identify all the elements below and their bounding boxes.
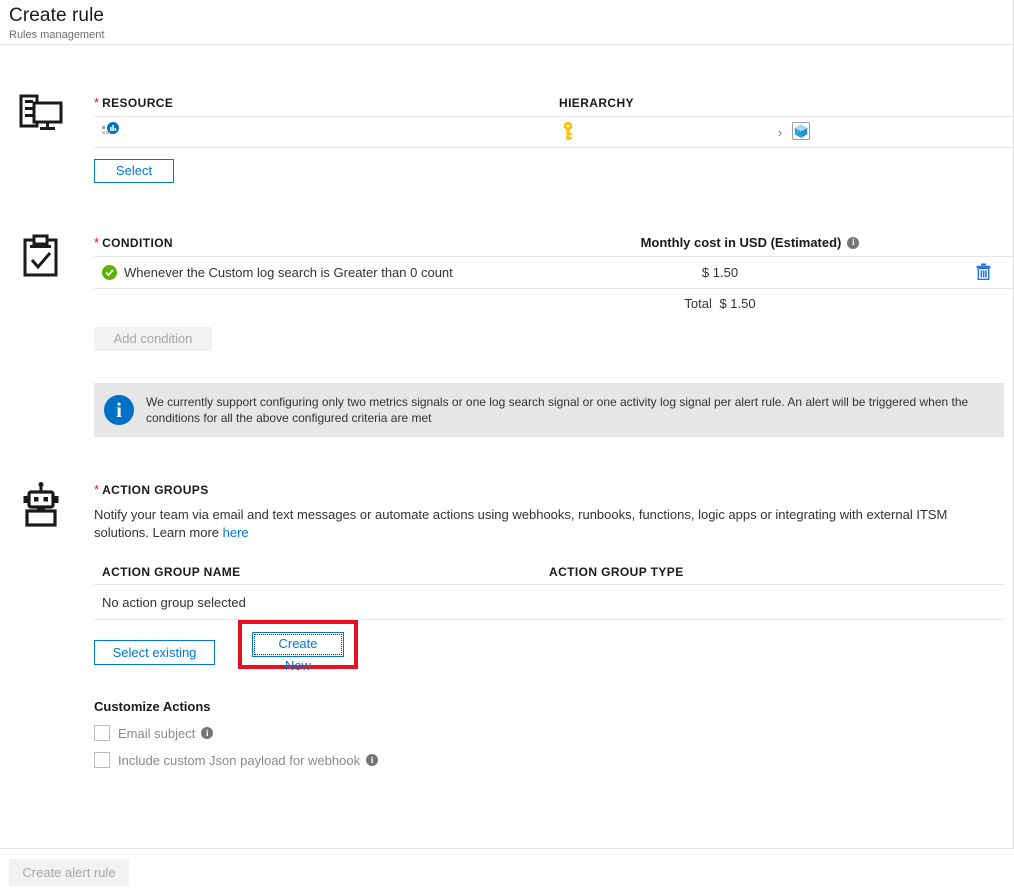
info-banner-text: We currently support configuring only tw…	[146, 395, 969, 425]
required-asterisk: *	[94, 95, 100, 110]
action-groups-empty-text: No action group selected	[102, 594, 246, 610]
hierarchy-header-cell: HIERARCHY	[559, 96, 634, 110]
create-alert-rule-button[interactable]: Create alert rule	[9, 859, 129, 886]
action-groups-table: ACTION GROUP NAME ACTION GROUP TYPE No a…	[94, 562, 1013, 620]
email-subject-row: Email subject i	[94, 725, 1013, 741]
condition-cost-cell: $ 1.50	[559, 263, 1013, 283]
resource-cell	[94, 121, 559, 143]
check-circle-icon	[102, 265, 117, 280]
create-new-button-wrapper: Create New	[238, 620, 358, 673]
email-subject-label: Email subject	[118, 725, 196, 741]
resource-label: RESOURCE	[102, 96, 174, 110]
action-groups-column-headers: ACTION GROUP NAME ACTION GROUP TYPE	[94, 562, 1004, 584]
action-group-name-header: ACTION GROUP NAME	[102, 565, 241, 579]
action-groups-heading: * ACTION GROUPS	[94, 482, 1013, 497]
page-footer: Create alert rule	[0, 849, 1013, 896]
info-icon[interactable]: i	[366, 754, 379, 766]
condition-description-cell: Whenever the Custom log search is Greate…	[94, 265, 559, 280]
page-subtitle: Rules management	[9, 29, 105, 41]
monthly-cost-header-cell: Monthly cost in USD (Estimated) i	[559, 235, 1013, 250]
key-icon	[559, 121, 577, 144]
info-circle-icon: i	[104, 395, 134, 425]
application-insights-icon	[94, 121, 122, 140]
condition-header-cell: * CONDITION	[94, 235, 559, 250]
resource-section: * RESOURCE HIERARCHY › Select	[0, 94, 1013, 183]
customize-actions: Customize Actions Email subject i Includ…	[94, 699, 1013, 768]
learn-more-link[interactable]: here	[223, 525, 249, 540]
required-asterisk: *	[94, 235, 100, 250]
subscription-cell	[559, 121, 769, 144]
required-asterisk: *	[94, 482, 100, 497]
condition-column-headers: * CONDITION Monthly cost in USD (Estimate…	[94, 234, 1013, 256]
condition-section-icon	[16, 234, 66, 278]
condition-section: * CONDITION Monthly cost in USD (Estimate…	[0, 234, 1013, 437]
action-groups-section: * ACTION GROUPS Notify your team via emai…	[0, 482, 1013, 768]
info-banner-icon-wrap: i	[94, 383, 144, 437]
total-value: $ 1.50	[719, 296, 756, 311]
page-header: Create rule Rules management	[0, 0, 1013, 45]
action-groups-section-icon	[16, 482, 66, 528]
condition-label: CONDITION	[102, 236, 173, 250]
delete-condition-button[interactable]	[953, 263, 1013, 283]
chevron-right-icon: ›	[777, 124, 783, 140]
hierarchy-cell: ›	[559, 121, 1013, 144]
json-payload-label: Include custom Json payload for webhook	[118, 752, 361, 768]
customize-actions-title: Customize Actions	[94, 699, 211, 714]
email-subject-checkbox[interactable]	[94, 725, 110, 741]
action-groups-description: Notify your team via email and text mess…	[94, 506, 1013, 542]
monthly-cost-label: Monthly cost in USD (Estimated)	[640, 235, 842, 250]
add-condition-button[interactable]: Add condition	[94, 327, 212, 351]
select-existing-button[interactable]: Select existing	[94, 640, 215, 665]
resource-group-cell	[791, 121, 1013, 144]
condition-total: Total $ 1.50	[559, 296, 953, 311]
resource-header-cell: * RESOURCE	[94, 95, 559, 110]
create-new-button[interactable]: Create New	[252, 632, 344, 673]
resource-column-headers: * RESOURCE HIERARCHY	[94, 94, 1013, 116]
json-payload-row: Include custom Json payload for webhook …	[94, 752, 1013, 768]
create-rule-page: Create rule Rules management *RESOURCE	[0, 0, 1014, 886]
resource-row[interactable]: ›	[94, 116, 1013, 148]
info-banner: i We currently support configuring only …	[94, 383, 1004, 437]
info-icon[interactable]: i	[201, 727, 214, 739]
select-resource-button[interactable]: Select	[94, 159, 174, 183]
json-payload-checkbox[interactable]	[94, 752, 110, 768]
condition-row: Whenever the Custom log search is Greate…	[94, 256, 1013, 288]
action-group-type-header: ACTION GROUP TYPE	[549, 565, 684, 579]
form-body: * RESOURCE HIERARCHY › Select * CONDITIO…	[0, 94, 1013, 849]
email-subject-label-wrap: Email subject i	[118, 725, 214, 741]
json-payload-label-wrap: Include custom Json payload for webhook …	[118, 752, 379, 768]
resource-section-icon	[16, 94, 66, 134]
action-groups-label: ACTION GROUPS	[102, 483, 209, 497]
page-title: Create rule	[9, 5, 105, 26]
action-groups-empty-row: No action group selected	[94, 584, 1004, 620]
action-groups-buttons: Select existing Create New	[94, 620, 1013, 673]
info-icon[interactable]: i	[847, 236, 860, 249]
resource-group-cube-icon	[791, 121, 811, 144]
condition-total-row: Total $ 1.50	[94, 288, 1013, 318]
condition-cost-value: $ 1.50	[701, 265, 739, 280]
learn-more-text: Learn more	[152, 525, 223, 540]
total-label: Total	[684, 296, 712, 311]
condition-text: Whenever the Custom log search is Greate…	[124, 265, 453, 280]
